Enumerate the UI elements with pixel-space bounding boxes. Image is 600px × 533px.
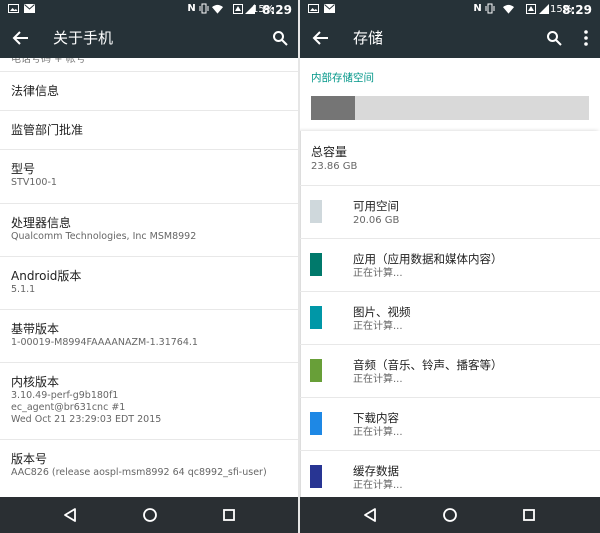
status-bar: N 15% 8:29 xyxy=(300,0,600,20)
vibrate-icon xyxy=(484,3,495,14)
list-item-title: 型号 xyxy=(11,162,36,176)
storage-item-label: 应用（应用数据和媒体内容） xyxy=(353,252,503,266)
storage-item-value: 正在计算... xyxy=(353,268,403,279)
list-item-title: 处理器信息 xyxy=(11,216,72,230)
list-item-android-version[interactable]: Android版本 5.1.1 xyxy=(0,257,300,310)
storage-item-value: 正在计算... xyxy=(353,480,403,491)
list-item-subtitle: Wed Oct 21 23:29:03 EDT 2015 xyxy=(11,414,162,425)
storage-item-value: 正在计算... xyxy=(353,374,403,385)
list-item-subtitle: STV100-1 xyxy=(11,177,57,188)
list-item-subtitle: 1-00019-M8994FAAAANAZM-1.31764.1 xyxy=(11,337,198,348)
wifi-icon xyxy=(212,3,223,14)
home-circle-icon[interactable] xyxy=(142,507,158,523)
back-arrow-icon[interactable] xyxy=(312,29,330,47)
storage-item-label: 音频（音乐、铃声、播客等） xyxy=(353,358,503,372)
signal-icon xyxy=(538,3,549,14)
storage-item-label: 可用空间 xyxy=(353,199,399,213)
app-bar: 关于手机 xyxy=(0,20,300,58)
back-triangle-icon[interactable] xyxy=(62,507,78,523)
storage-item-available[interactable]: 可用空间 20.06 GB xyxy=(300,185,600,238)
clock: 8:29 xyxy=(262,3,292,17)
list-item-title: 法律信息 xyxy=(11,84,60,98)
storage-usage-bar xyxy=(311,96,589,120)
color-swatch xyxy=(310,253,322,276)
nfc-icon: N xyxy=(187,3,196,14)
storage-item-downloads[interactable]: 下载内容 正在计算... xyxy=(300,397,600,450)
storage-item-label: 图片、视频 xyxy=(353,305,411,319)
more-options-icon[interactable] xyxy=(584,30,588,46)
back-triangle-icon[interactable] xyxy=(362,507,378,523)
list-item-title: Android版本 xyxy=(11,269,82,283)
recents-square-icon[interactable] xyxy=(221,507,237,523)
storage-item-apps[interactable]: 应用（应用数据和媒体内容） 正在计算... xyxy=(300,238,600,291)
status-bar: N 15% 8:29 xyxy=(0,0,300,20)
color-swatch xyxy=(310,200,322,223)
search-icon[interactable] xyxy=(272,30,288,46)
nfc-icon: N xyxy=(473,3,482,14)
list-item-baseband[interactable]: 基带版本 1-00019-M8994FAAAANAZM-1.31764.1 xyxy=(0,310,300,363)
navigation-bar xyxy=(300,497,600,533)
about-list: 电话号码 + 帐号 法律信息 监管部门批准 型号 STV100-1 处理器信息 … xyxy=(0,58,300,494)
list-item-model[interactable]: 型号 STV100-1 xyxy=(0,150,300,204)
vibrate-icon xyxy=(198,3,209,14)
about-phone-screen: N 15% 8:29 关于手机 电话号码 + 帐号 法律信息 监管部门批准 型号… xyxy=(0,0,300,533)
section-title-internal-storage: 内部存储空间 xyxy=(311,72,374,84)
list-item-title: 监管部门批准 xyxy=(11,123,84,137)
search-icon[interactable] xyxy=(546,30,562,46)
storage-item-cache[interactable]: 缓存数据 正在计算... xyxy=(300,450,600,503)
list-item-build-number[interactable]: 版本号 AAC826 (release aospl-msm8992 64 qc8… xyxy=(0,440,300,494)
color-swatch xyxy=(310,306,322,329)
list-item-processor[interactable]: 处理器信息 Qualcomm Technologies, Inc MSM8992 xyxy=(0,204,300,257)
partial-list-item: 电话号码 + 帐号 xyxy=(0,58,300,72)
storage-item-audio[interactable]: 音频（音乐、铃声、播客等） 正在计算... xyxy=(300,344,600,397)
list-item-title: 基带版本 xyxy=(11,322,60,336)
storage-item-label: 下载内容 xyxy=(353,411,399,425)
list-item-subtitle: 3.10.49-perf-g9b180f1 xyxy=(11,390,119,401)
list-item-subtitle: 5.1.1 xyxy=(11,284,36,295)
total-capacity-value: 23.86 GB xyxy=(311,161,358,172)
image-notification-icon xyxy=(308,3,319,14)
mail-icon xyxy=(24,3,35,14)
color-swatch xyxy=(310,412,322,435)
page-title: 存储 xyxy=(353,29,384,47)
app-bar: 存储 xyxy=(300,20,600,58)
total-capacity-label: 总容量 xyxy=(311,145,348,159)
data-saver-icon xyxy=(232,3,243,14)
list-item-regulatory[interactable]: 监管部门批准 xyxy=(0,111,300,150)
home-circle-icon[interactable] xyxy=(442,507,458,523)
list-item-title: 版本号 xyxy=(11,452,48,466)
navigation-bar xyxy=(0,497,300,533)
storage-item-label: 缓存数据 xyxy=(353,464,399,478)
list-item-legal[interactable]: 法律信息 xyxy=(0,72,300,111)
total-capacity: 总容量 23.86 GB xyxy=(311,144,357,174)
storage-item-value: 正在计算... xyxy=(353,321,403,332)
list-item-subtitle: Qualcomm Technologies, Inc MSM8992 xyxy=(11,231,197,242)
storage-item-value: 20.06 GB xyxy=(353,215,400,226)
wifi-icon xyxy=(503,3,514,14)
color-swatch xyxy=(310,465,322,488)
back-arrow-icon[interactable] xyxy=(12,29,30,47)
list-item-subtitle: ec_agent@br631cnc #1 xyxy=(11,402,126,413)
color-swatch xyxy=(310,359,322,382)
mail-icon xyxy=(324,3,335,14)
data-saver-icon xyxy=(525,3,536,14)
recents-square-icon[interactable] xyxy=(521,507,537,523)
list-item-subtitle: AAC826 (release aospl-msm8992 64 qc8992_… xyxy=(11,467,267,478)
clock: 8:29 xyxy=(562,3,592,17)
storage-screen: N 15% 8:29 存储 内部存储空间 总容量 23.86 GB 可用空间 2… xyxy=(300,0,600,533)
storage-item-value: 正在计算... xyxy=(353,427,403,438)
list-item-title: 内核版本 xyxy=(11,375,60,389)
storage-item-images-videos[interactable]: 图片、视频 正在计算... xyxy=(300,291,600,344)
storage-usage-fill xyxy=(311,96,356,120)
image-notification-icon xyxy=(8,3,19,14)
page-title: 关于手机 xyxy=(53,29,114,47)
list-item-kernel[interactable]: 内核版本 3.10.49-perf-g9b180f1 ec_agent@br63… xyxy=(0,363,300,440)
